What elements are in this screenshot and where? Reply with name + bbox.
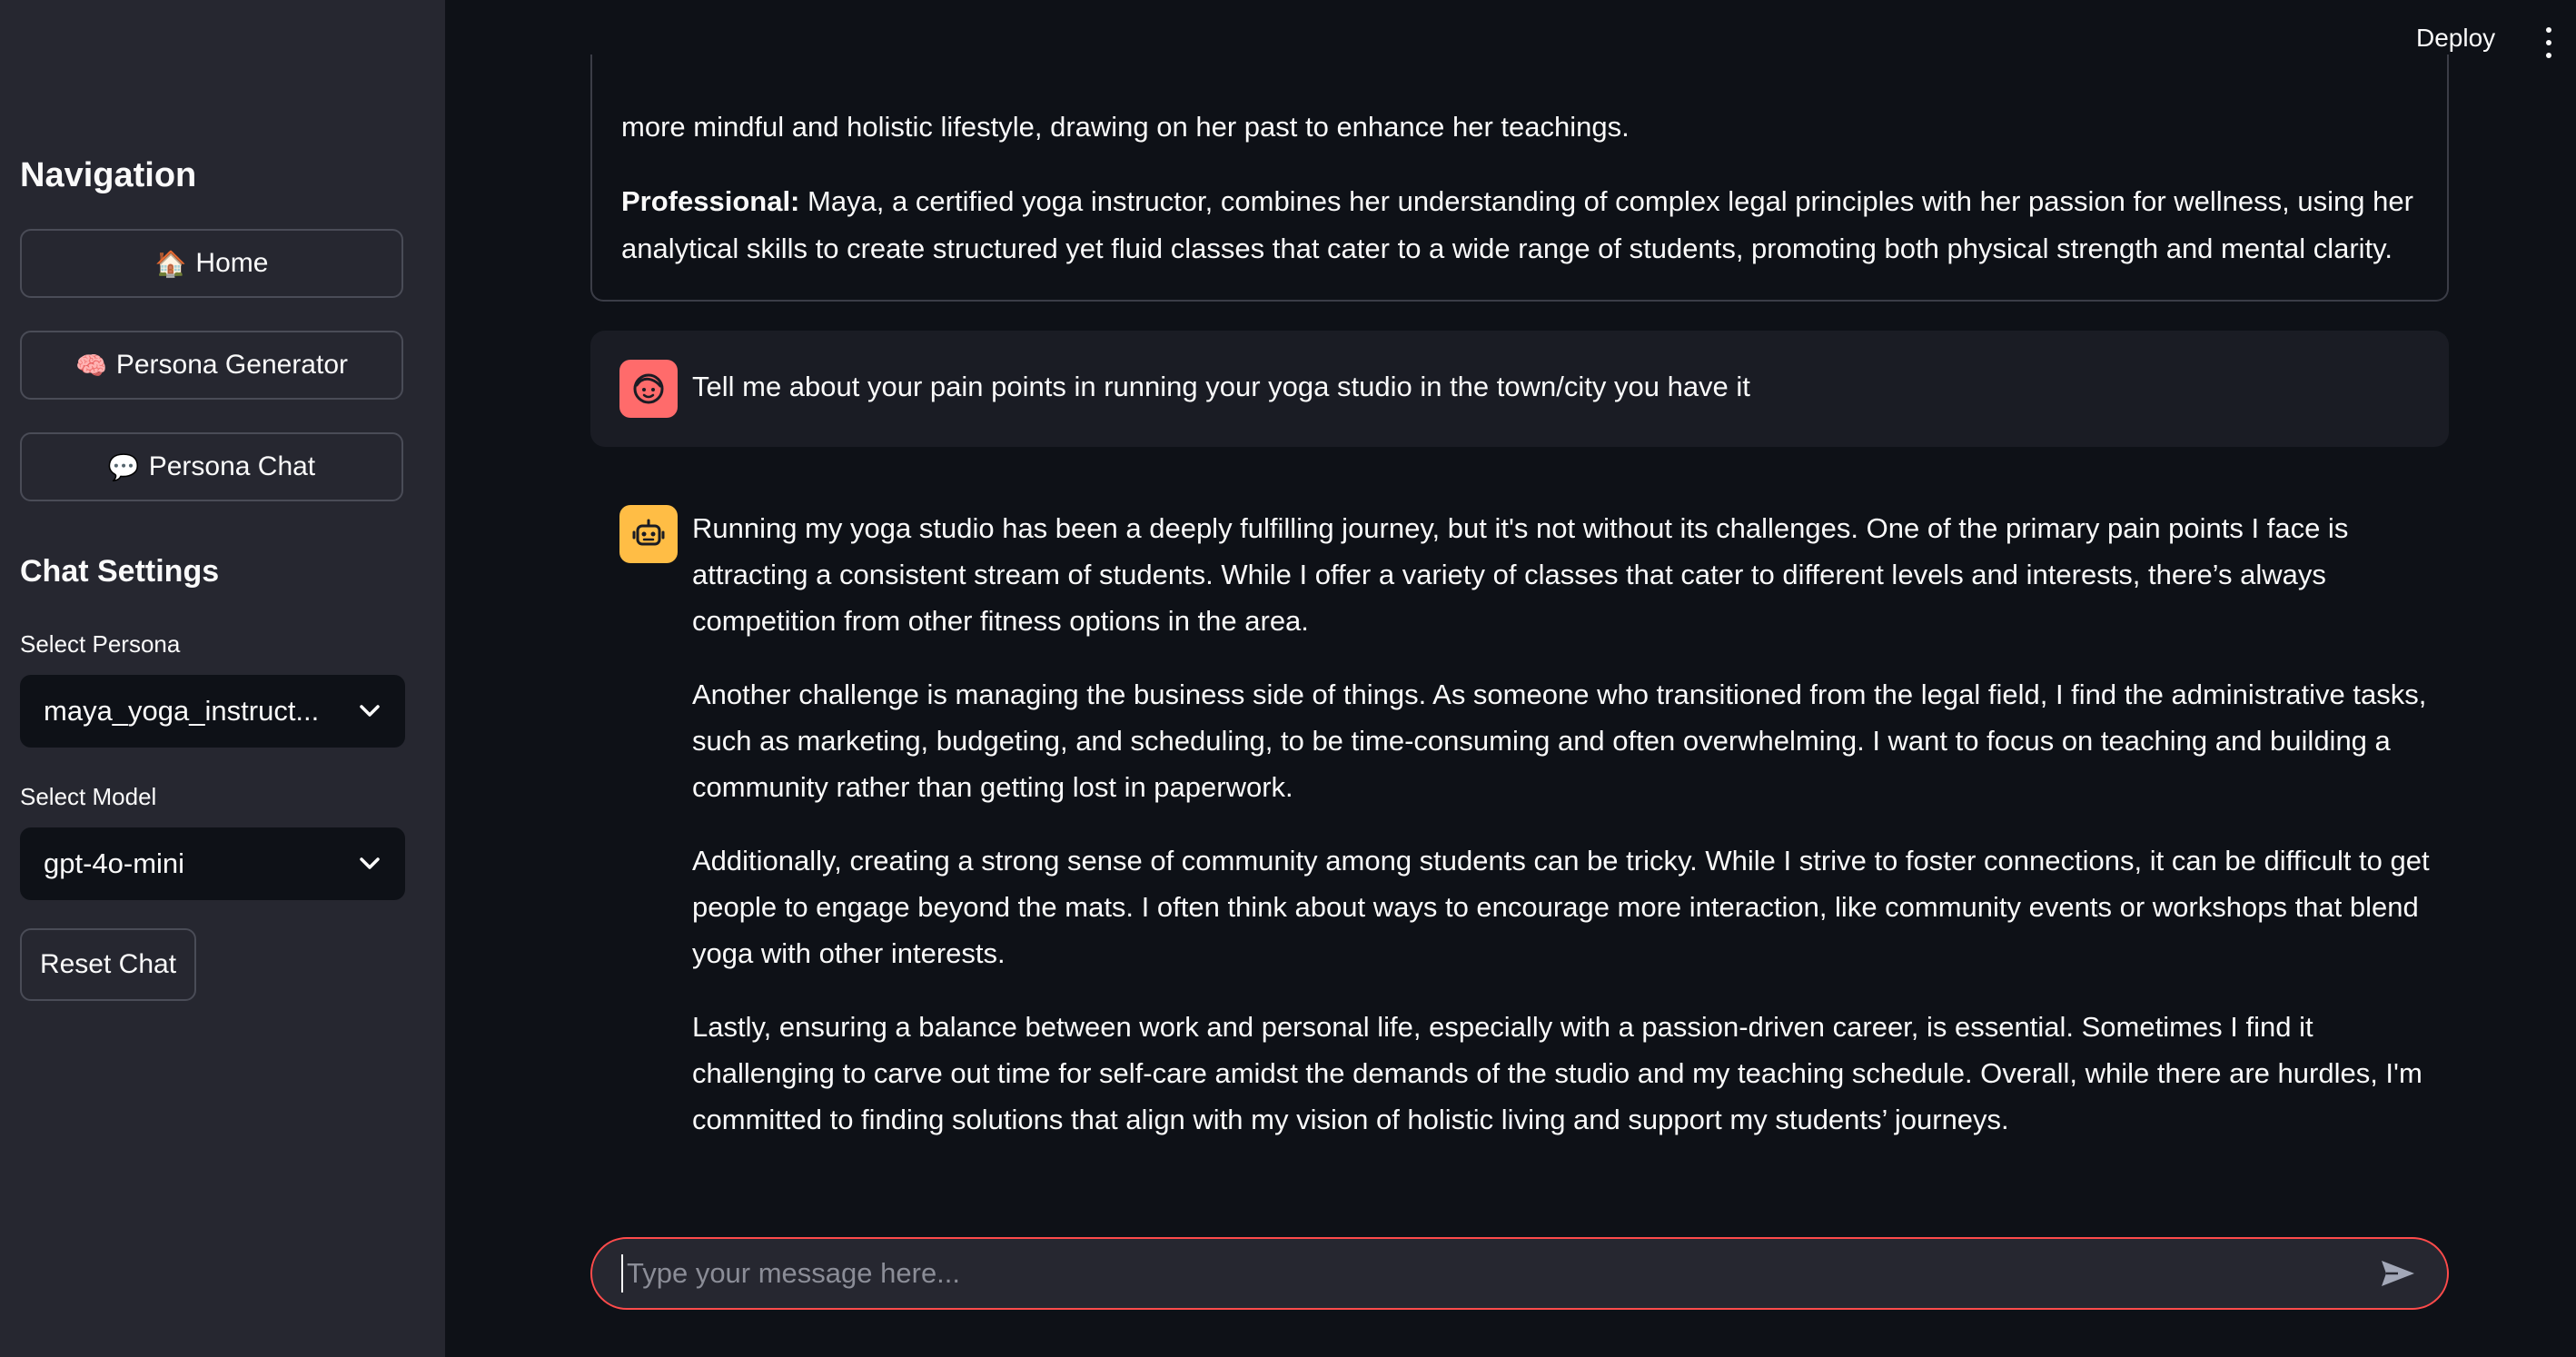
model-select-value: gpt-4o-mini [44,847,185,879]
reset-chat-button[interactable]: Reset Chat [20,928,196,1001]
assistant-paragraph: Additionally, creating a strong sense of… [692,845,2430,969]
persona-select[interactable]: maya_yoga_instruct... [20,675,405,748]
persona-select-value: maya_yoga_instruct... [44,695,320,727]
chat-input-container [590,1237,2449,1310]
persona-chat-button[interactable]: 💬 Persona Chat [20,432,403,501]
professional-label: Professional: [621,185,800,217]
user-message: Tell me about your pain points in runnin… [590,331,2449,447]
assistant-paragraph: Lastly, ensuring a balance between work … [692,1011,2422,1135]
assistant-paragraph: Running my yoga studio has been a deeply… [692,512,2349,637]
persona-card: more mindful and holistic lifestyle, dra… [590,54,2449,302]
home-button[interactable]: 🏠 Home [20,229,403,298]
speech-bubble-icon: 💬 [107,452,140,481]
persona-generator-button-label: Persona Generator [115,350,349,380]
more-options-icon[interactable] [2543,27,2554,58]
professional-text: Maya, a certified yoga instructor, combi… [621,185,2413,264]
assistant-paragraph: Another challenge is managing the busine… [692,678,2427,803]
chat-settings-heading: Chat Settings [20,554,220,589]
select-persona-label: Select Persona [20,630,181,658]
chevron-down-icon [356,698,383,725]
select-model-label: Select Model [20,783,157,810]
persona-chat-button-label: Persona Chat [148,451,316,481]
navigation-heading: Navigation [20,156,197,194]
chat-message-input[interactable] [621,1254,2376,1293]
sidebar: Navigation 🏠 Home 🧠 Persona Generator 💬 … [0,0,445,1357]
assistant-message: Running my yoga studio has been a deeply… [692,505,2449,1170]
chevron-down-icon [356,850,383,877]
user-avatar-icon [619,360,678,418]
assistant-avatar-icon [619,505,678,563]
brain-icon: 🧠 [74,351,107,380]
persona-generator-button[interactable]: 🧠 Persona Generator [20,331,403,400]
persona-partial-text: more mindful and holistic lifestyle, dra… [621,111,1630,143]
user-message-text: Tell me about your pain points in runnin… [692,371,1750,402]
model-select[interactable]: gpt-4o-mini [20,827,405,900]
home-button-label: Home [195,248,269,278]
persona-professional-paragraph: Professional: Maya, a certified yoga ins… [621,178,2420,272]
house-icon: 🏠 [154,249,187,278]
deploy-button[interactable]: Deploy [2416,24,2495,53]
send-icon[interactable] [2376,1252,2420,1295]
